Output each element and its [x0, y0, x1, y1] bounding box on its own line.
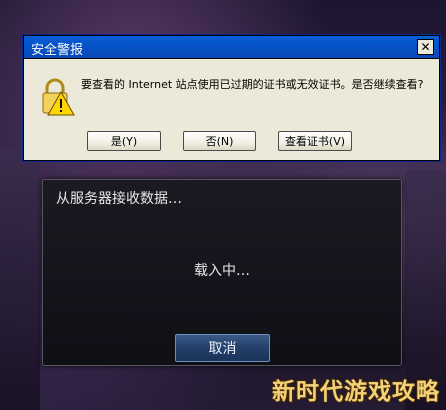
view-certificate-button[interactable]: 查看证书(V): [278, 131, 352, 151]
yes-button[interactable]: 是(Y): [87, 131, 161, 151]
security-alert-title: 安全警报: [31, 43, 84, 58]
padlock-warning-icon: [42, 78, 75, 116]
no-button[interactable]: 否(N): [183, 131, 256, 151]
background-tower-left: [0, 150, 40, 410]
loading-dialog-title: 从服务器接收数据…: [56, 191, 182, 207]
security-alert-message: 要查看的 Internet 站点使用已过期的证书或无效证书。是否继续查看?: [81, 78, 424, 91]
close-button[interactable]: ✕: [417, 39, 434, 55]
watermark: 新时代游戏攻略: [272, 379, 440, 405]
cancel-button[interactable]: 取消: [175, 334, 270, 362]
security-alert-dialog: 安全警报 ✕ 要查看的 Internet 站点使用已过期的证书或无效证书。是否继…: [22, 34, 441, 162]
security-alert-titlebar[interactable]: 安全警报 ✕: [23, 35, 440, 59]
loading-status: 载入中…: [194, 263, 250, 279]
close-icon: ✕: [420, 40, 431, 54]
loading-dialog: 从服务器接收数据… 载入中… 取消: [42, 179, 402, 366]
